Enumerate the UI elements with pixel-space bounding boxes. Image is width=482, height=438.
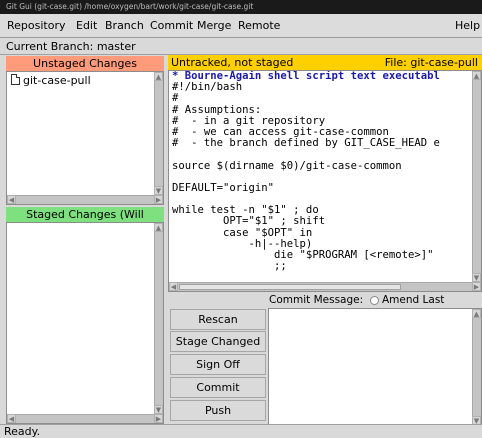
menu-merge[interactable]: Merge — [196, 14, 232, 38]
diff-vertical-scrollbar[interactable]: ▲ ▼ — [472, 71, 481, 282]
window-title: Git Gui (git-case.git) /home/oxygen/bart… — [0, 0, 482, 14]
scroll-down-icon[interactable]: ▼ — [472, 273, 481, 282]
staged-changes-header: Staged Changes (Will Commit) — [6, 207, 164, 236]
unstaged-file-item[interactable]: git-case-pull — [11, 74, 91, 88]
current-branch-label: Current Branch: master — [0, 38, 482, 55]
staged-file-list[interactable]: ▲ ▼ ◀ ▶ — [6, 222, 164, 424]
menu-remote[interactable]: Remote — [237, 14, 281, 38]
diff-line: source $(dirname $0)/git-case-common — [172, 159, 402, 172]
unstaged-horizontal-scrollbar[interactable]: ◀ ▶ — [7, 195, 163, 204]
commit-message-row: Commit Message: Amend Last Commit — [168, 292, 482, 322]
diff-horizontal-scrollbar[interactable]: ◀ ▶ — [169, 282, 481, 291]
scroll-right-icon[interactable]: ▶ — [154, 414, 163, 423]
scroll-thumb[interactable] — [179, 284, 401, 290]
commit-message-scrollbar[interactable]: ▲ ▼ — [472, 309, 481, 425]
scroll-right-icon[interactable]: ▶ — [154, 195, 163, 204]
scroll-left-icon[interactable]: ◀ — [169, 282, 178, 291]
scroll-left-icon[interactable]: ◀ — [7, 195, 16, 204]
diff-line: #!/bin/bash — [172, 81, 243, 94]
menu-commit[interactable]: Commit — [149, 14, 194, 38]
commit-message-label: Commit Message: — [269, 294, 364, 306]
menu-help[interactable]: Help — [454, 14, 481, 38]
rescan-button[interactable]: Rescan — [170, 309, 266, 330]
scroll-left-icon[interactable]: ◀ — [7, 414, 16, 423]
commit-message-input[interactable]: ▲ ▼ — [268, 308, 482, 426]
scroll-down-icon[interactable]: ▼ — [154, 405, 163, 414]
unstaged-file-list[interactable]: git-case-pull ▲ ▼ ◀ ▶ — [6, 71, 164, 205]
scroll-right-icon[interactable]: ▶ — [472, 282, 481, 291]
diff-line: DEFAULT="origin" — [172, 181, 275, 194]
menu-branch[interactable]: Branch — [104, 14, 145, 38]
diff-line: OPT="$1" ; shift — [172, 215, 326, 228]
push-button[interactable]: Push — [170, 400, 266, 421]
menu-bar: Repository Edit Branch Commit Merge Remo… — [0, 14, 482, 38]
stage-changed-button[interactable]: Stage Changed — [170, 331, 266, 352]
scroll-up-icon[interactable]: ▲ — [472, 309, 481, 318]
scroll-up-icon[interactable]: ▲ — [472, 71, 481, 80]
diff-line: ;; — [172, 260, 287, 273]
diff-file-label: File: git-case-pull — [384, 56, 478, 69]
diff-line: # — [172, 92, 179, 105]
amend-radio-icon[interactable] — [370, 296, 379, 305]
menu-edit[interactable]: Edit — [75, 14, 98, 38]
unstaged-vertical-scrollbar[interactable]: ▲ ▼ — [154, 72, 163, 195]
file-icon — [11, 74, 20, 85]
diff-text: * Bourne-Again shell script text executa… — [172, 71, 471, 281]
diff-header: Untracked, not staged File: git-case-pul… — [168, 55, 482, 70]
diff-status: Untracked, not staged — [171, 56, 294, 69]
commit-button[interactable]: Commit — [170, 377, 266, 398]
unstaged-file-name: git-case-pull — [23, 74, 91, 87]
unstaged-changes-header: Unstaged Changes — [6, 56, 164, 71]
scroll-up-icon[interactable]: ▲ — [154, 223, 163, 232]
scroll-down-icon[interactable]: ▼ — [154, 186, 163, 195]
diff-line — [172, 149, 471, 160]
diff-viewer[interactable]: * Bourne-Again shell script text executa… — [168, 70, 482, 292]
staged-vertical-scrollbar[interactable]: ▲ ▼ — [154, 223, 163, 414]
sign-off-button[interactable]: Sign Off — [170, 354, 266, 375]
status-bar: Ready. — [0, 424, 482, 438]
menu-repository[interactable]: Repository — [6, 14, 67, 38]
scroll-up-icon[interactable]: ▲ — [154, 72, 163, 81]
staged-horizontal-scrollbar[interactable]: ◀ ▶ — [7, 414, 163, 423]
diff-line: # - the branch defined by GIT_CASE_HEAD … — [172, 137, 440, 150]
